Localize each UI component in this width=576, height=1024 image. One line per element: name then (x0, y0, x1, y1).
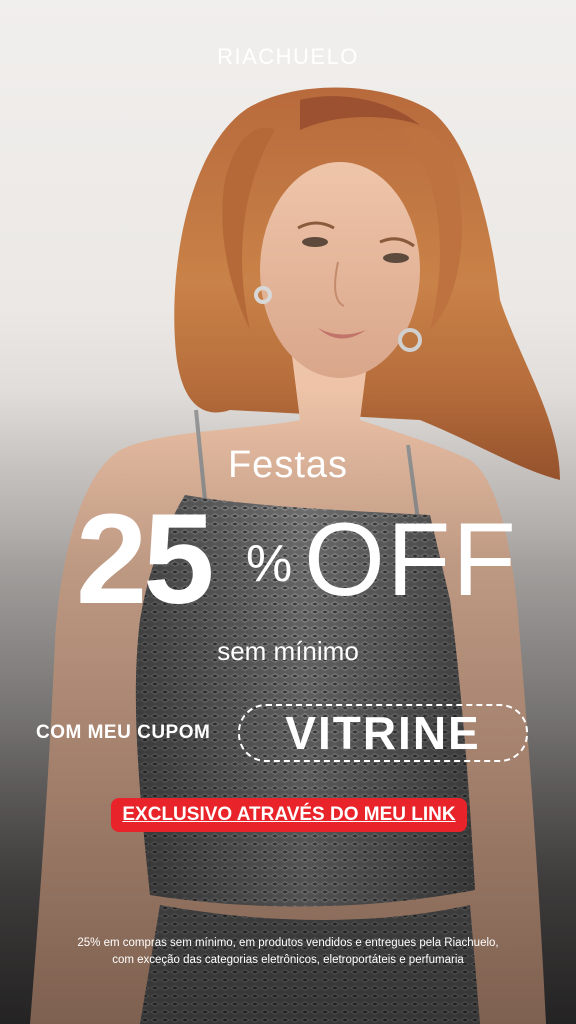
disclaimer-line-1: 25% em compras sem mínimo, em produtos v… (77, 937, 499, 949)
promo-disclaimer: 25% em compras sem mínimo, em produtos v… (20, 935, 556, 969)
coupon-label: COM MEU CUPOM (36, 722, 211, 743)
coupon-code-box: VITRINE (238, 704, 528, 762)
promo-subtitle: sem mínimo (217, 636, 359, 666)
discount-number: 25 (76, 488, 214, 631)
discount-headline: 25 % OFF (76, 490, 536, 630)
discount-percent-symbol: % (246, 535, 293, 593)
promo-category: Festas (227, 444, 349, 486)
promo-story: RIACHUELO Festas 25 % OFF sem mínimo COM… (0, 0, 576, 1024)
disclaimer-line-2: com exceção das categorias eletrônicos, … (112, 954, 464, 966)
discount-off-word: OFF (304, 502, 518, 618)
exclusive-link-banner[interactable]: EXCLUSIVO ATRAVÉS DO MEU LINK (111, 798, 467, 832)
brand-logo: RIACHUELO (217, 44, 359, 69)
